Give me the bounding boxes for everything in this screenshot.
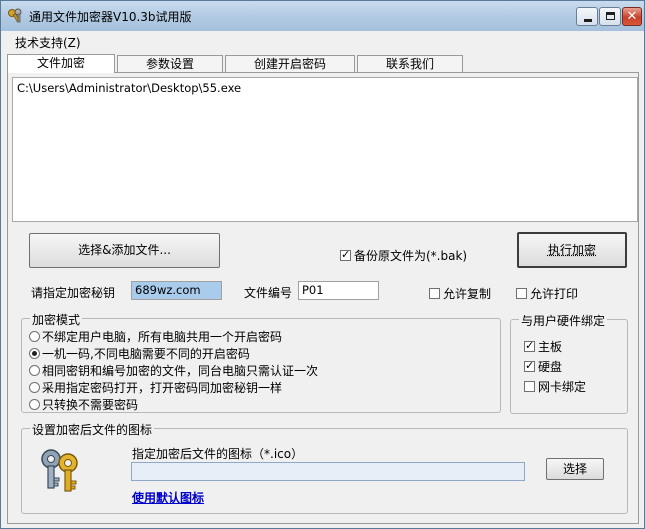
file-list[interactable]: C:\Users\Administrator\Desktop\55.exe <box>12 77 638 222</box>
bind-motherboard-label: 主板 <box>538 340 563 354</box>
icon-prompt-label: 指定加密后文件的图标（*.ico） <box>132 447 304 461</box>
app-window: 通用文件加密器V10.3b试用版 ✕ 技术支持(Z) 文件加密 参数设置 创建开… <box>0 0 645 529</box>
menu-bar: 技术支持(Z) <box>1 31 644 51</box>
use-default-icon-link[interactable]: 使用默认图标 <box>132 489 204 506</box>
mode-radio-3[interactable] <box>29 382 40 393</box>
mode-option-1[interactable]: 一机一码,不同电脑需要不同的开启密码 <box>29 345 250 362</box>
close-button[interactable]: ✕ <box>622 7 642 26</box>
tab-parameters[interactable]: 参数设置 <box>117 55 223 72</box>
mode-radio-4[interactable] <box>29 399 40 410</box>
allow-print-checkbox-box[interactable] <box>516 288 527 299</box>
allow-copy-label: 允许复制 <box>443 287 492 301</box>
icon-settings-title: 设置加密后文件的图标 <box>30 421 155 438</box>
allow-print-checkbox[interactable]: 允许打印 <box>516 285 578 302</box>
icon-path-input[interactable] <box>131 462 525 481</box>
mode-option-label: 一机一码,不同电脑需要不同的开启密码 <box>42 347 250 361</box>
tab-file-encrypt[interactable]: 文件加密 <box>7 54 115 73</box>
tab-create-password[interactable]: 创建开启密码 <box>225 55 355 72</box>
maximize-button[interactable] <box>599 7 621 26</box>
mode-option-0[interactable]: 不绑定用户电脑，所有电脑共用一个开启密码 <box>29 328 282 345</box>
menu-support[interactable]: 技术支持(Z) <box>15 34 81 51</box>
file-number-input[interactable]: P01 <box>298 281 379 300</box>
file-number-label: 文件编号 <box>244 286 293 300</box>
keys-icon <box>41 449 78 492</box>
title-bar[interactable]: 通用文件加密器V10.3b试用版 ✕ <box>1 1 644 31</box>
allow-copy-checkbox[interactable]: 允许复制 <box>429 285 491 302</box>
close-icon: ✕ <box>626 9 638 24</box>
encryption-mode-title: 加密模式 <box>30 311 83 328</box>
bind-nic-label: 网卡绑定 <box>538 380 587 394</box>
mode-option-4[interactable]: 只转换不需要密码 <box>29 396 138 413</box>
window-title: 通用文件加密器V10.3b试用版 <box>29 10 192 24</box>
backup-checkbox[interactable]: 备份原文件为(*.bak) <box>340 247 467 264</box>
hardware-binding-title: 与用户硬件绑定 <box>519 312 608 329</box>
bind-nic-checkbox[interactable]: 网卡绑定 <box>524 378 586 395</box>
tab-contact[interactable]: 联系我们 <box>357 55 463 72</box>
bind-motherboard-checkbox[interactable]: 主板 <box>524 338 562 355</box>
mode-radio-1[interactable] <box>29 348 40 359</box>
file-list-item[interactable]: C:\Users\Administrator\Desktop\55.exe <box>17 81 241 95</box>
mode-option-2[interactable]: 相同密钥和编号加密的文件，同台电脑只需认证一次 <box>29 362 318 379</box>
mode-radio-2[interactable] <box>29 365 40 376</box>
add-file-button[interactable]: 选择&添加文件... <box>29 233 220 268</box>
bind-nic-box[interactable] <box>524 381 535 392</box>
maximize-icon <box>606 12 615 20</box>
encrypt-button-label: 执行加密 <box>547 243 596 257</box>
mode-option-label: 只转换不需要密码 <box>42 398 139 412</box>
select-icon-button[interactable]: 选择 <box>546 458 604 480</box>
keys-app-icon <box>8 8 22 23</box>
bind-disk-label: 硬盘 <box>538 360 563 374</box>
allow-copy-checkbox-box[interactable] <box>429 288 440 299</box>
minimize-button[interactable] <box>576 7 598 26</box>
backup-checkbox-label: 备份原文件为(*.bak) <box>354 249 468 263</box>
backup-checkbox-box[interactable] <box>340 248 351 261</box>
mode-option-label: 相同密钥和编号加密的文件，同台电脑只需认证一次 <box>42 364 319 378</box>
bind-disk-checkbox[interactable]: 硬盘 <box>524 358 562 375</box>
bind-motherboard-box[interactable] <box>524 339 535 352</box>
encrypt-button[interactable]: 执行加密 <box>517 232 627 268</box>
mode-option-label: 不绑定用户电脑，所有电脑共用一个开启密码 <box>42 330 283 344</box>
mode-radio-0[interactable] <box>29 331 40 342</box>
minimize-icon <box>584 19 592 22</box>
bind-disk-box[interactable] <box>524 359 535 372</box>
key-label: 请指定加密秘钥 <box>31 286 116 300</box>
key-input[interactable]: 689wz.com <box>131 281 222 300</box>
allow-print-label: 允许打印 <box>530 287 579 301</box>
mode-option-3[interactable]: 采用指定密码打开，打开密码同加密秘钥一样 <box>29 379 282 396</box>
mode-option-label: 采用指定密码打开，打开密码同加密秘钥一样 <box>42 381 283 395</box>
